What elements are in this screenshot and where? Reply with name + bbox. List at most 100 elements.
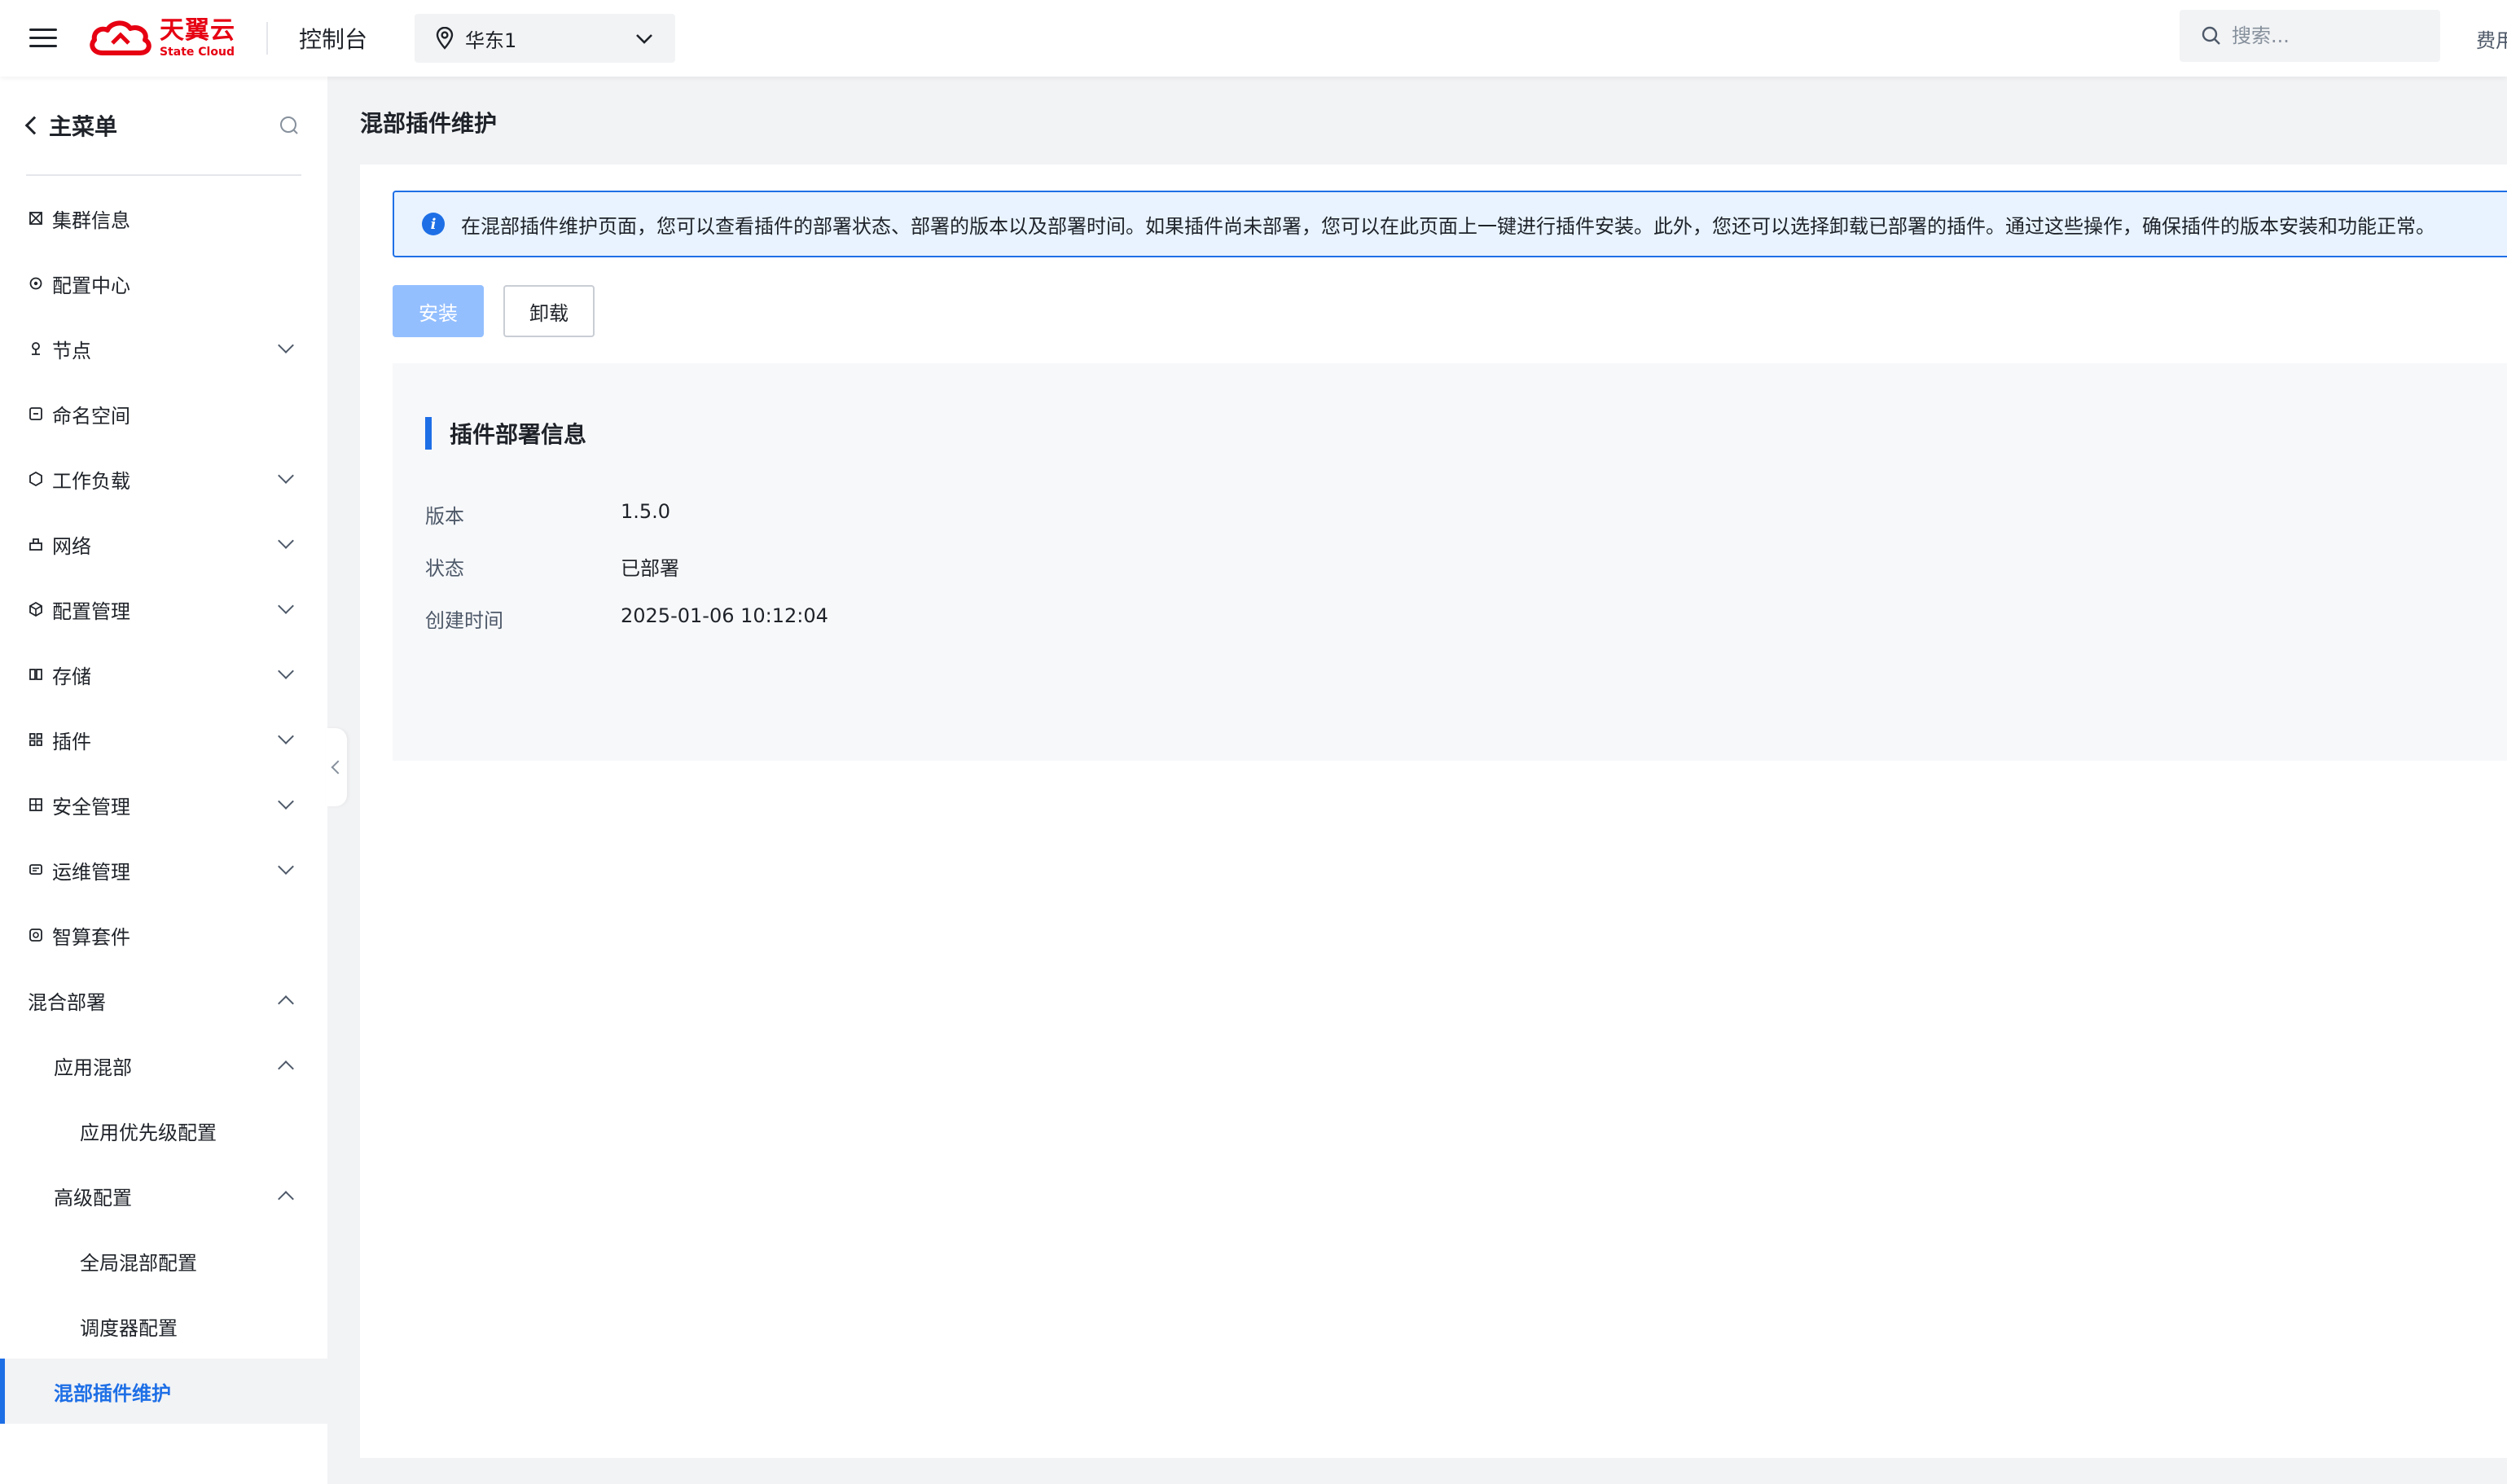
sidebar-item-label: 混合部署 xyxy=(28,990,106,1014)
sidebar-item-label: 集群信息 xyxy=(52,209,130,232)
sidebar-item-label: 工作负载 xyxy=(52,469,130,493)
status-value: 已部署 xyxy=(621,557,679,580)
sidebar-item-label: 应用混部 xyxy=(54,1056,132,1079)
region-selector[interactable]: 华东1 xyxy=(415,14,676,63)
chevron-down-icon xyxy=(636,34,652,44)
chevron-down-icon xyxy=(278,793,294,810)
console-title[interactable]: 控制台 xyxy=(299,22,367,55)
cluster-icon xyxy=(28,210,44,226)
node-icon xyxy=(28,340,44,357)
sidebar-collapse-handle[interactable] xyxy=(326,728,347,806)
search-icon xyxy=(2202,26,2220,45)
search-input[interactable] xyxy=(2232,24,2427,47)
deploy-info-panel: 插件部署信息 版本 1.5.0 状态 已部署 创建时间 2025-01-06 1… xyxy=(393,363,2507,761)
sidebar-item-namespace[interactable]: 命名空间 xyxy=(0,381,327,446)
sidebar-nav: 集群信息 配置中心 节点 命名空间 工作负载 网络 配置管理 存储 插件 安全管… xyxy=(0,186,327,1424)
uninstall-button[interactable]: 卸载 xyxy=(503,285,595,337)
sidebar-item-label: 存储 xyxy=(52,665,91,688)
sidebar-item-config-manage[interactable]: 配置管理 xyxy=(0,577,327,642)
logo-text-cn: 天翼云 xyxy=(160,16,235,45)
network-icon xyxy=(28,536,44,552)
chevron-down-icon xyxy=(278,598,294,614)
header-divider xyxy=(266,22,268,55)
namespace-icon xyxy=(28,406,44,422)
ai-suite-icon xyxy=(28,927,44,943)
info-icon: i xyxy=(422,213,445,235)
sidebar-item-app-priority[interactable]: 应用优先级配置 xyxy=(0,1098,327,1163)
chevron-up-icon xyxy=(278,1060,294,1077)
sidebar-item-storage[interactable]: 存储 xyxy=(0,642,327,707)
chevron-down-icon xyxy=(278,858,294,875)
chevron-up-icon xyxy=(278,1191,294,1207)
status-label: 状态 xyxy=(425,557,464,580)
sidebar-item-label: 配置中心 xyxy=(52,274,130,297)
install-button[interactable]: 安装 xyxy=(393,285,484,337)
sidebar-item-ai-suite[interactable]: 智算套件 xyxy=(0,902,327,968)
info-text: 在混部插件维护页面，您可以查看插件的部署状态、部署的版本以及部署时间。如果插件尚… xyxy=(461,214,2435,238)
chevron-left-icon xyxy=(331,760,345,775)
sidebar-item-network[interactable]: 网络 xyxy=(0,511,327,577)
back-chevron-icon[interactable] xyxy=(24,116,44,135)
info-banner: i 在混部插件维护页面，您可以查看插件的部署状态、部署的版本以及部署时间。如果插… xyxy=(393,191,2507,257)
sidebar-item-label: 智算套件 xyxy=(52,925,130,949)
sidebar-item-label: 网络 xyxy=(52,534,91,558)
version-value: 1.5.0 xyxy=(621,500,671,523)
sidebar-item-label: 节点 xyxy=(52,339,91,362)
sidebar-item-config-center[interactable]: 配置中心 xyxy=(0,251,327,316)
sidebar-item-workload[interactable]: 工作负载 xyxy=(0,446,327,511)
hamburger-menu-icon[interactable] xyxy=(29,28,57,49)
created-time-value: 2025-01-06 10:12:04 xyxy=(621,604,828,627)
version-label: 版本 xyxy=(425,505,464,528)
sidebar-item-ops[interactable]: 运维管理 xyxy=(0,837,327,902)
logo-text-en: State Cloud xyxy=(160,46,235,59)
sidebar-item-label: 全局混部配置 xyxy=(80,1251,197,1275)
status-row: 状态 已部署 xyxy=(425,552,679,581)
sidebar-item-label: 配置管理 xyxy=(52,599,130,623)
workload-icon xyxy=(28,471,44,487)
global-search[interactable] xyxy=(2180,10,2440,62)
ops-icon xyxy=(28,862,44,878)
menu-search-icon[interactable] xyxy=(279,115,300,136)
chevron-down-icon xyxy=(278,728,294,744)
config-manage-icon xyxy=(28,601,44,617)
fee-link[interactable]: 费用 xyxy=(2476,24,2507,53)
sidebar-item-app-hybrid[interactable]: 应用混部 xyxy=(0,1033,327,1098)
sidebar-item-plugin[interactable]: 插件 xyxy=(0,707,327,772)
sidebar-item-hybrid-deploy[interactable]: 混合部署 xyxy=(0,968,327,1033)
sidebar-item-security[interactable]: 安全管理 xyxy=(0,772,327,837)
sidebar-item-global-hybrid-config[interactable]: 全局混部配置 xyxy=(0,1228,327,1293)
panel-title: 插件部署信息 xyxy=(425,417,586,450)
sidebar-item-label: 应用优先级配置 xyxy=(80,1121,217,1144)
panel-title-accent xyxy=(425,417,432,450)
region-label: 华东1 xyxy=(465,29,517,52)
logo[interactable]: 天翼云 State Cloud xyxy=(88,14,235,63)
menu-divider xyxy=(26,174,301,176)
created-time-label: 创建时间 xyxy=(425,609,503,632)
sidebar-item-label: 安全管理 xyxy=(52,795,130,819)
sidebar-item-label: 高级配置 xyxy=(54,1186,132,1210)
sidebar-item-advanced[interactable]: 高级配置 xyxy=(0,1163,327,1228)
sidebar-item-label: 插件 xyxy=(52,730,91,753)
chevron-down-icon xyxy=(278,533,294,549)
page-title: 混部插件维护 xyxy=(360,110,498,137)
sidebar-item-label: 运维管理 xyxy=(52,860,130,884)
panel-title-text: 插件部署信息 xyxy=(450,421,587,448)
created-time-row: 创建时间 2025-01-06 10:12:04 xyxy=(425,604,828,633)
chevron-up-icon xyxy=(278,995,294,1012)
sidebar-item-node[interactable]: 节点 xyxy=(0,316,327,381)
sidebar-item-label: 混部插件维护 xyxy=(54,1381,171,1405)
action-buttons: 安装 卸载 xyxy=(393,285,595,337)
cloud-logo-icon xyxy=(90,20,151,55)
storage-icon xyxy=(28,666,44,683)
sidebar: 主菜单 集群信息 配置中心 节点 命名空间 工作负载 网络 配置管理 存储 插件… xyxy=(0,77,327,1484)
sidebar-item-plugin-maintenance[interactable]: 混部插件维护 xyxy=(0,1359,327,1424)
sidebar-item-label: 调度器配置 xyxy=(80,1316,178,1340)
sidebar-item-scheduler-config[interactable]: 调度器配置 xyxy=(0,1293,327,1359)
main-menu-title[interactable]: 主菜单 xyxy=(49,109,279,142)
config-center-icon xyxy=(28,275,44,292)
sidebar-item-label: 命名空间 xyxy=(52,404,130,428)
top-bar: 天翼云 State Cloud 控制台 华东1 费用 xyxy=(0,0,2507,77)
sidebar-item-cluster-info[interactable]: 集群信息 xyxy=(0,186,327,251)
location-pin-icon xyxy=(436,27,454,50)
chevron-down-icon xyxy=(278,663,294,679)
